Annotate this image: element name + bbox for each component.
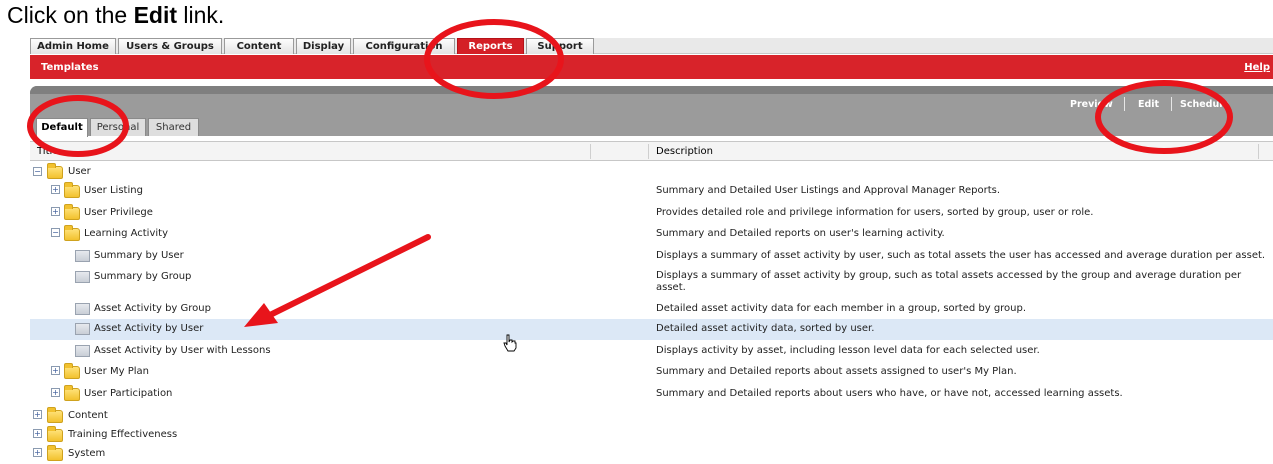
highlight-circle-reports <box>424 19 564 99</box>
annotation-overlay <box>27 19 1233 327</box>
annotation-arrow-line <box>265 234 431 319</box>
highlight-circle-default <box>27 95 129 157</box>
highlight-circle-edit <box>1095 80 1233 154</box>
